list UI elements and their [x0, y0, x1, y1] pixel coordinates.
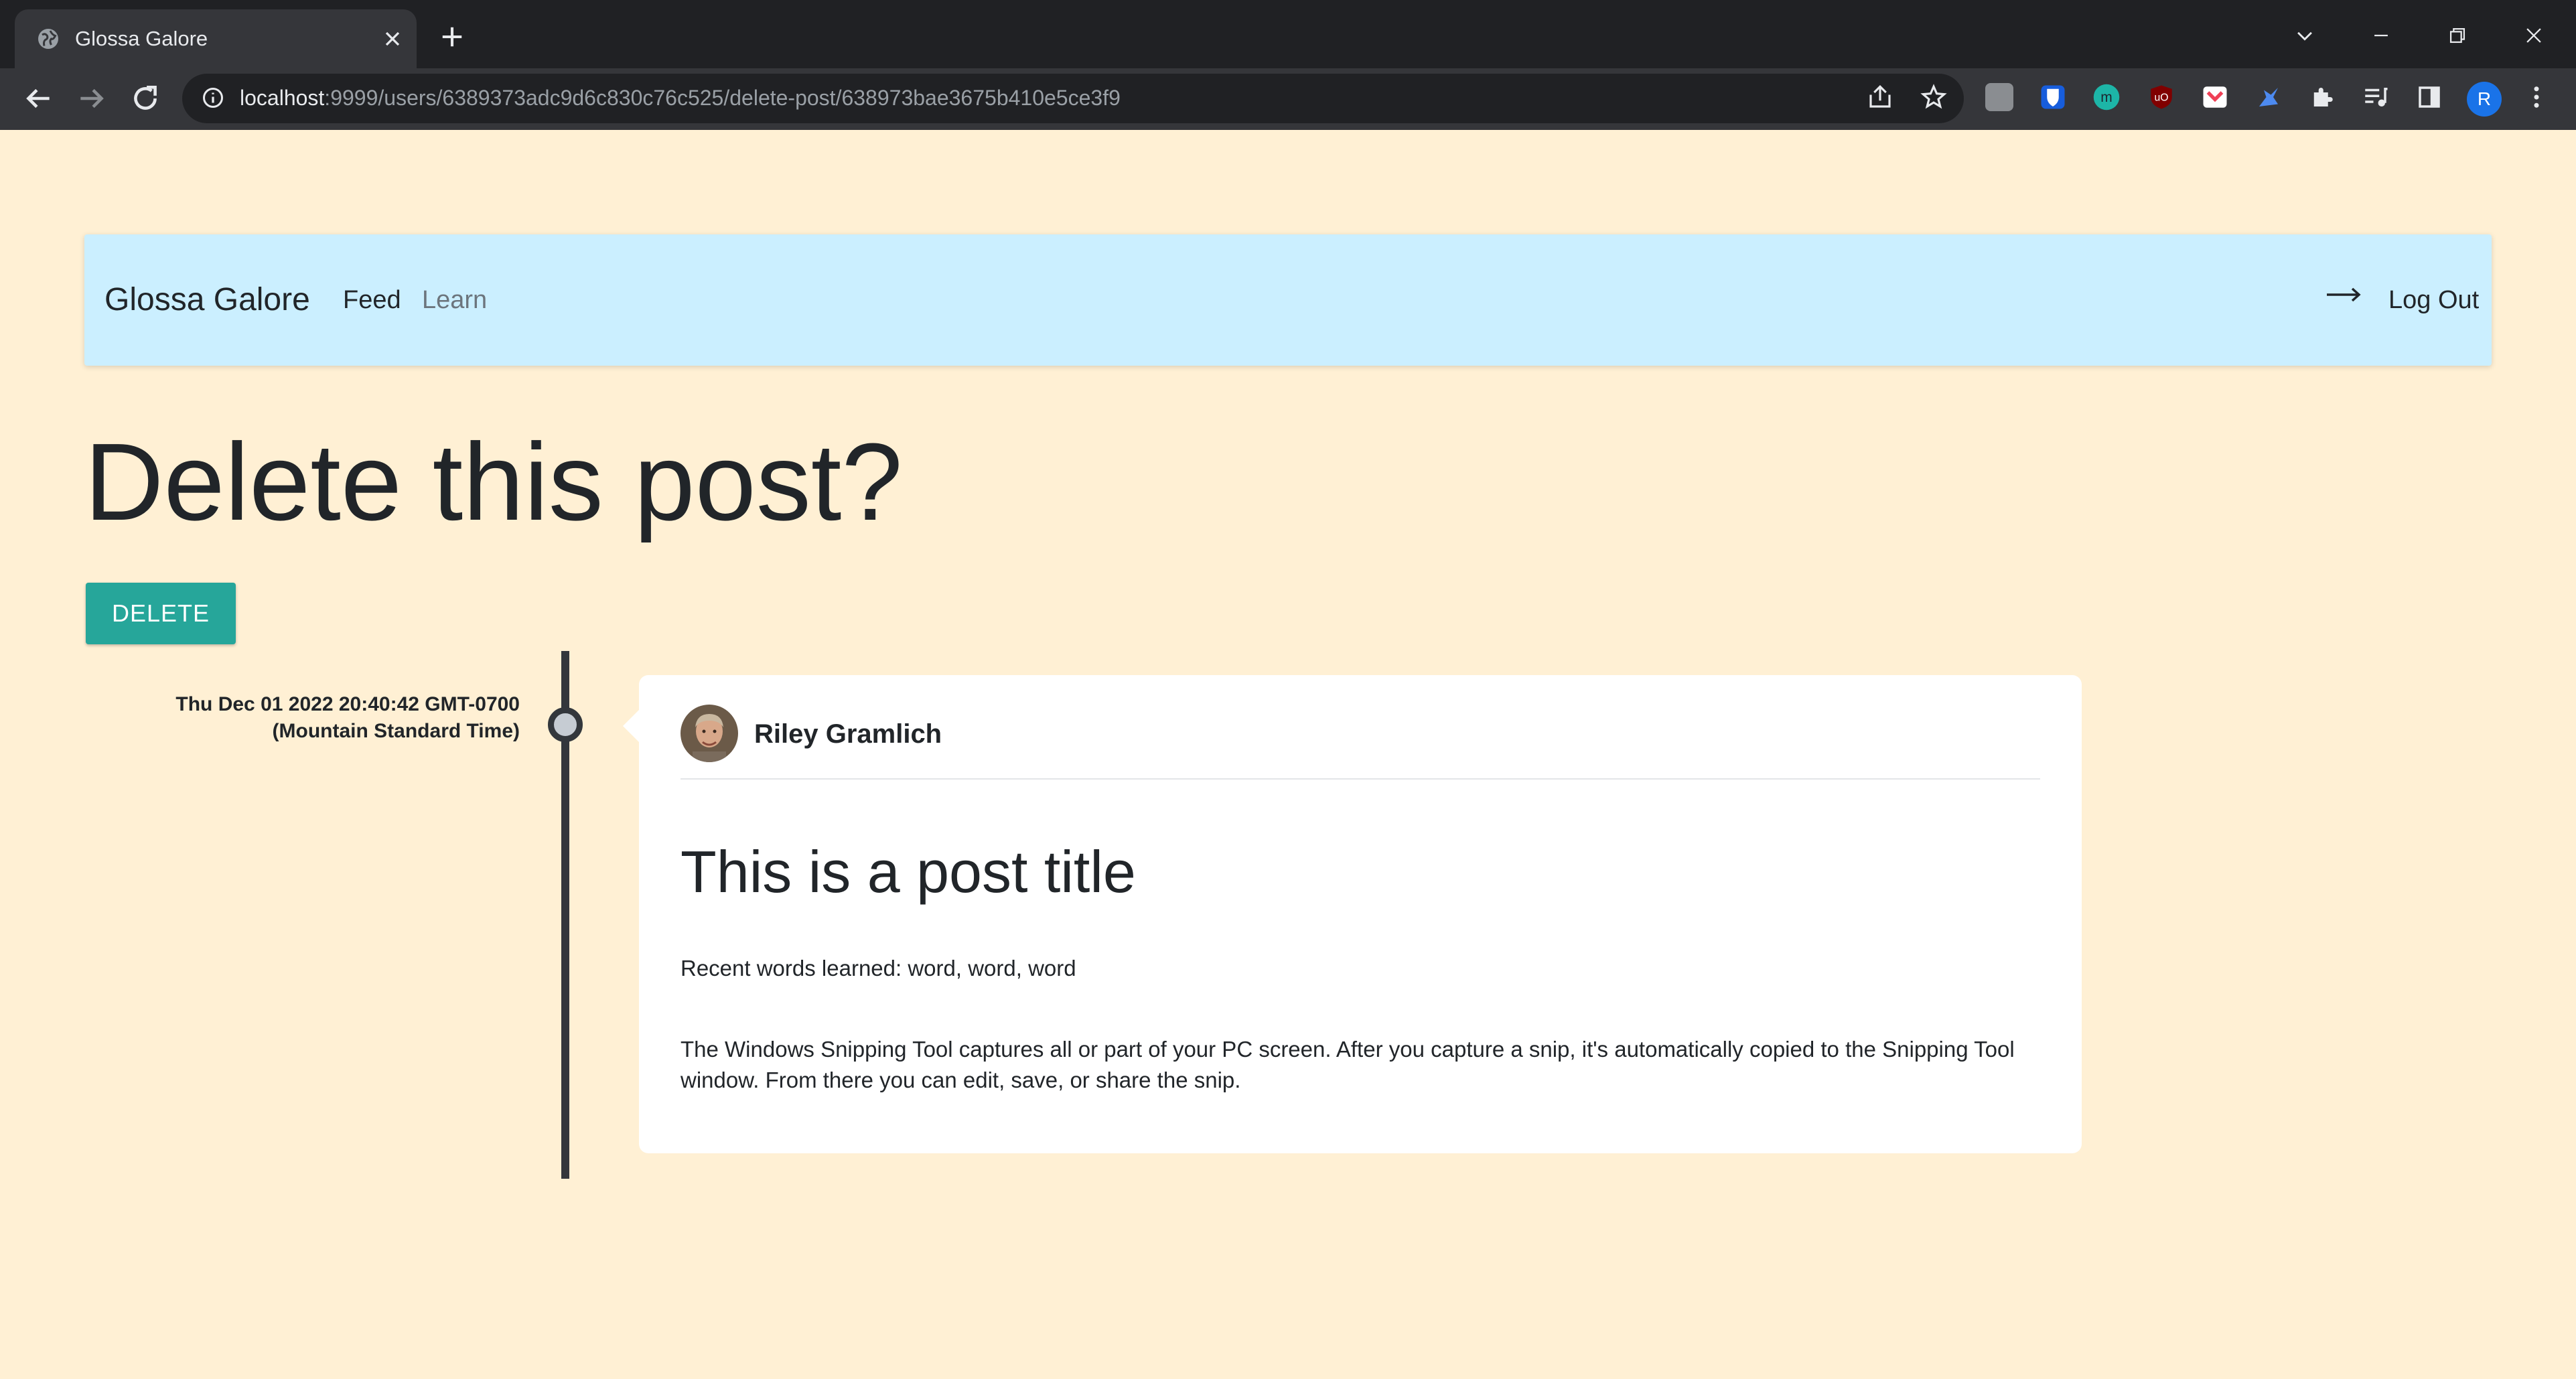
- page-title: Delete this post?: [84, 421, 903, 543]
- author-avatar: [681, 705, 738, 762]
- svg-text:m: m: [2100, 90, 2113, 105]
- bookmark-star-icon[interactable]: [1920, 83, 1948, 111]
- close-window-icon[interactable]: [2522, 24, 2545, 47]
- logout-arrow-icon[interactable]: [2325, 283, 2363, 307]
- globe-icon: [38, 29, 58, 49]
- back-icon[interactable]: [21, 82, 55, 115]
- url-host: localhost: [240, 86, 325, 110]
- profile-avatar[interactable]: R: [2467, 82, 2502, 117]
- url-text[interactable]: localhost:9999/users/6389373adc9d6c830c7…: [240, 83, 1121, 113]
- author-name: Riley Gramlich: [754, 719, 942, 749]
- browser-tab[interactable]: Glossa Galore: [15, 9, 417, 68]
- tab-title: Glossa Galore: [75, 27, 208, 50]
- nav-link-feed[interactable]: Feed: [343, 285, 401, 315]
- reload-icon[interactable]: [129, 82, 162, 115]
- svg-text:uO: uO: [2154, 92, 2168, 103]
- logout-link[interactable]: Log Out: [2388, 285, 2479, 315]
- forward-icon[interactable]: [75, 82, 109, 115]
- post-title: This is a post title: [681, 839, 1136, 905]
- site-info-icon[interactable]: [201, 86, 225, 110]
- pocket-icon[interactable]: [2201, 83, 2229, 111]
- nav-link-learn[interactable]: Learn: [422, 285, 487, 315]
- share-icon[interactable]: [1866, 83, 1894, 111]
- restore-icon[interactable]: [2446, 24, 2469, 47]
- ublock-icon[interactable]: uO: [2147, 83, 2175, 111]
- post-timestamp: Thu Dec 01 2022 20:40:42 GMT-0700 (Mount…: [175, 693, 520, 742]
- timeline-dot: [548, 707, 583, 742]
- close-tab-icon[interactable]: [380, 27, 405, 51]
- grey-ext-icon[interactable]: [1985, 83, 2013, 111]
- recent-words: Recent words learned: word, word, word: [681, 956, 1076, 981]
- sidebar-icon[interactable]: [2415, 83, 2443, 111]
- puzzle-icon[interactable]: [2308, 83, 2336, 111]
- url-path: :9999/users/6389373adc9d6c830c76c525/del…: [324, 86, 1121, 110]
- card-pointer: [623, 710, 639, 742]
- blue-ext-icon[interactable]: [2255, 83, 2283, 111]
- media-icon[interactable]: [2362, 83, 2390, 111]
- kebab-menu-icon[interactable]: [2522, 83, 2551, 111]
- minimize-icon[interactable]: [2370, 24, 2392, 47]
- brand-link[interactable]: Glossa Galore: [104, 281, 310, 319]
- new-tab-icon[interactable]: [439, 24, 465, 50]
- bitwarden-icon[interactable]: [2039, 83, 2067, 111]
- card-divider: [681, 778, 2040, 780]
- m-ext-icon[interactable]: m: [2092, 83, 2121, 111]
- post-body: The Windows Snipping Tool captures all o…: [681, 1037, 2015, 1092]
- tab-search-icon[interactable]: [2293, 24, 2316, 47]
- delete-button[interactable]: DELETE: [86, 583, 236, 644]
